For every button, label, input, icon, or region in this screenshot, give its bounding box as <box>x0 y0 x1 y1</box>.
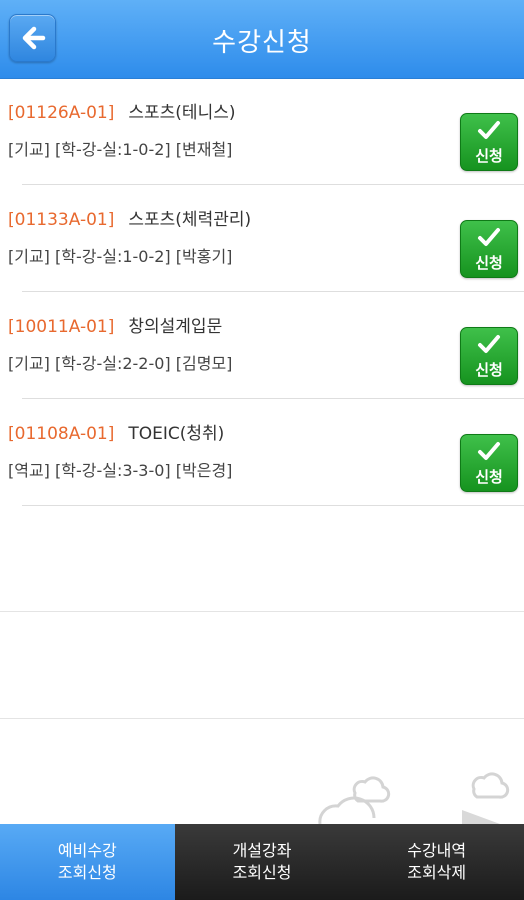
divider <box>0 718 524 719</box>
tab-registration-history[interactable]: 수강내역 조회삭제 <box>349 824 524 900</box>
course-name: 스포츠(체력관리) <box>128 210 252 230</box>
course-list: [01126A-01] 스포츠(테니스) [기교] [학-강-실:1-0-2] [… <box>0 78 524 506</box>
course-details: [기교] [학-강-실:1-0-2] [변재철] <box>8 140 233 159</box>
course-details: [기교] [학-강-실:1-0-2] [박홍기] <box>8 247 233 266</box>
check-icon <box>478 442 500 460</box>
check-icon <box>478 228 500 246</box>
cloud-decoration-icon <box>318 772 510 824</box>
tab-preliminary-registration[interactable]: 예비수강 조회신청 <box>0 824 175 900</box>
course-name: 스포츠(테니스) <box>128 103 236 123</box>
apply-button-label: 신청 <box>475 468 503 486</box>
apply-button-label: 신청 <box>475 147 503 165</box>
course-details: [기교] [학-강-실:2-2-0] [김명모] <box>8 354 233 373</box>
course-code: [01126A-01] <box>8 103 115 123</box>
course-code: [01108A-01] <box>8 424 115 444</box>
bottom-tab-bar: 예비수강 조회신청 개설강좌 조회신청 수강내역 조회삭제 <box>0 824 524 900</box>
tab-open-courses[interactable]: 개설강좌 조회신청 <box>174 824 350 900</box>
course-row: [01108A-01] TOEIC(청취) [역교] [학-강-실:3-3-0] … <box>0 399 524 506</box>
apply-button[interactable]: 신청 <box>460 220 518 278</box>
course-details: [역교] [학-강-실:3-3-0] [박은경] <box>8 461 233 480</box>
check-icon <box>478 335 500 353</box>
course-row: [10011A-01] 창의설계입문 [기교] [학-강-실:2-2-0] [김명… <box>0 292 524 399</box>
course-name: TOEIC(청취) <box>128 424 225 444</box>
divider <box>0 611 524 612</box>
course-row: [01126A-01] 스포츠(테니스) [기교] [학-강-실:1-0-2] [… <box>0 78 524 185</box>
apply-button-label: 신청 <box>475 254 503 272</box>
header-bar: 수강신청 <box>0 0 524 79</box>
course-row: [01133A-01] 스포츠(체력관리) [기교] [학-강-실:1-0-2] … <box>0 185 524 292</box>
page-title: 수강신청 <box>212 28 312 58</box>
apply-button-label: 신청 <box>475 361 503 379</box>
check-icon <box>478 121 500 139</box>
course-name: 창의설계입문 <box>128 317 223 337</box>
apply-button[interactable]: 신청 <box>460 434 518 492</box>
apply-button[interactable]: 신청 <box>460 327 518 385</box>
course-code: [10011A-01] <box>8 317 115 337</box>
divider <box>22 505 524 506</box>
course-code: [01133A-01] <box>8 210 115 230</box>
apply-button[interactable]: 신청 <box>460 113 518 171</box>
